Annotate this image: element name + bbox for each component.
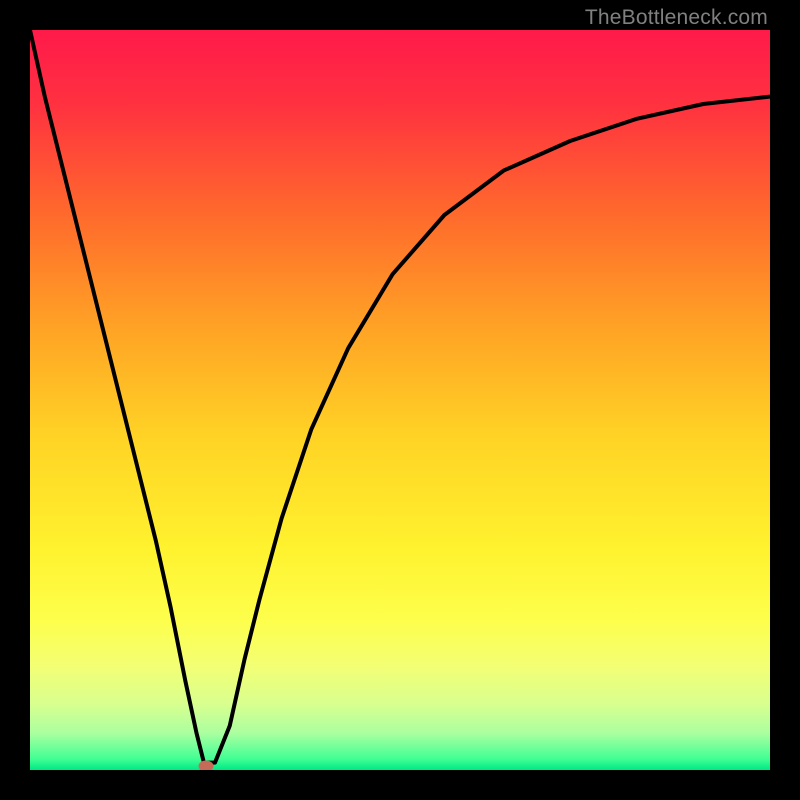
bottleneck-curve [30, 30, 770, 770]
curve-path [30, 30, 770, 763]
chart-frame: TheBottleneck.com [0, 0, 800, 800]
plot-area [30, 30, 770, 770]
optimal-point-marker [199, 760, 214, 770]
watermark-text: TheBottleneck.com [585, 6, 768, 30]
